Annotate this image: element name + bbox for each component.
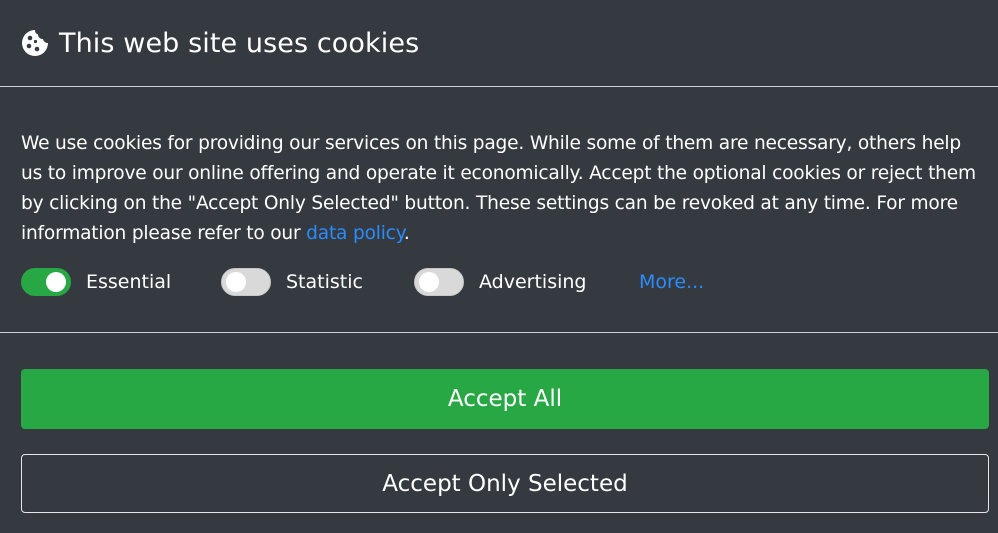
accept-only-selected-button[interactable]: Accept Only Selected (21, 454, 989, 513)
toggle-knob (419, 272, 439, 292)
data-policy-link[interactable]: data policy (306, 223, 404, 244)
toggle-knob (46, 272, 66, 292)
switch-statistic[interactable]: Statistic (221, 268, 414, 296)
consent-description: We use cookies for providing our service… (21, 129, 978, 249)
description-text-end: . (403, 223, 410, 244)
statistic-label: Statistic (286, 271, 363, 293)
dialog-header: This web site uses cookies (0, 0, 998, 87)
cookie-icon (20, 28, 50, 58)
essential-label: Essential (86, 271, 172, 293)
more-link[interactable]: More... (639, 271, 704, 293)
essential-toggle[interactable] (21, 268, 71, 296)
dialog-title: This web site uses cookies (59, 27, 420, 59)
description-text: We use cookies for providing our service… (21, 133, 976, 244)
advertising-toggle[interactable] (414, 268, 464, 296)
switch-advertising[interactable]: Advertising (414, 268, 639, 296)
statistic-toggle[interactable] (221, 268, 271, 296)
footer-divider (0, 332, 998, 333)
toggle-knob (226, 272, 246, 292)
accept-all-button[interactable]: Accept All (21, 369, 989, 429)
advertising-label: Advertising (479, 271, 587, 293)
cookie-switches: Essential Statistic Advertising More... (21, 267, 978, 297)
cookie-consent-dialog: This web site uses cookies We use cookie… (0, 0, 998, 533)
switch-essential[interactable]: Essential (21, 268, 221, 296)
dialog-body: We use cookies for providing our service… (0, 88, 998, 332)
